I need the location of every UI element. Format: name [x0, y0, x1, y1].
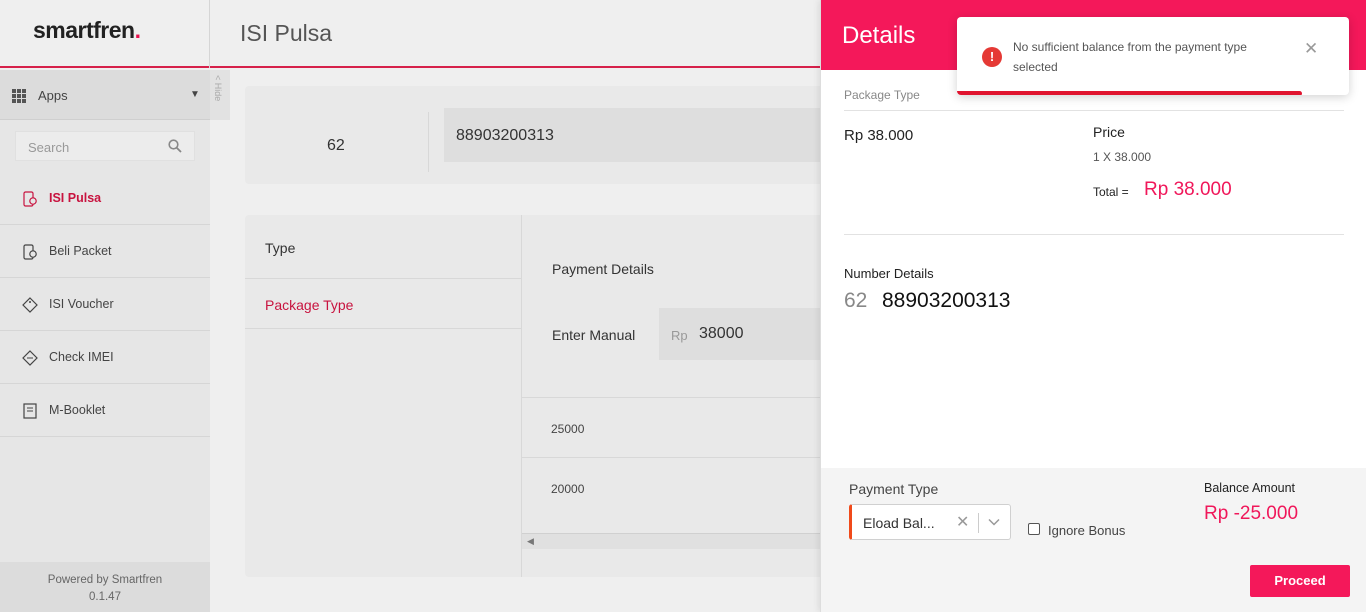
pulsa-icon: [23, 191, 37, 207]
tab-package-type[interactable]: Package Type: [265, 297, 353, 313]
tag-icon: [22, 350, 38, 366]
toast-message: No sufficient balance from the payment t…: [1013, 40, 1247, 74]
sidebar-item-isi-voucher[interactable]: ISI Voucher: [0, 278, 210, 331]
payment-details-heading: Payment Details: [552, 261, 654, 277]
sidebar-item-isi-pulsa[interactable]: ISI Pulsa: [0, 172, 210, 225]
list-item[interactable]: 20000: [522, 457, 845, 517]
toast-progress-bar: [957, 91, 1302, 95]
apps-label: Apps: [38, 88, 68, 103]
total-value: Rp 38.000: [1144, 179, 1232, 200]
manual-amount-value: 38000: [699, 325, 744, 342]
phone-number-value: 88903200313: [456, 127, 554, 144]
price-label: Price: [1093, 124, 1125, 140]
clear-icon[interactable]: ✕: [956, 512, 969, 532]
hide-sidebar-toggle[interactable]: < Hide: [210, 70, 230, 120]
payment-type-label: Payment Type: [849, 481, 939, 497]
booklet-icon: [23, 403, 37, 419]
sidebar-nav: ISI Pulsa Beli Packet ISI Voucher Check …: [0, 172, 210, 437]
search-icon[interactable]: [168, 139, 182, 153]
manual-amount-input[interactable]: Rp 38000: [659, 308, 845, 360]
sidebar-item-label: ISI Pulsa: [49, 191, 102, 205]
powered-by-text: Powered by Smartfren: [47, 574, 163, 586]
total-label: Total =: [1093, 185, 1129, 199]
caret-down-icon: ▼: [190, 89, 200, 100]
hide-label: < Hide: [213, 75, 223, 102]
divider: [978, 513, 979, 533]
number-country-code: 62: [844, 289, 868, 312]
phone-number-input[interactable]: 88903200313: [444, 108, 844, 162]
package-card: Type Package Type Payment Details Enter …: [245, 215, 845, 577]
ignore-bonus-label[interactable]: Ignore Bonus: [1048, 523, 1125, 538]
sidebar-item-check-imei[interactable]: Check IMEI: [0, 331, 210, 384]
balance-amount-value: Rp -25.000: [1204, 503, 1299, 524]
action-bar: Proceed: [821, 548, 1366, 612]
sidebar-item-label: Check IMEI: [49, 350, 114, 364]
list-item[interactable]: 25000: [522, 397, 845, 457]
price-quantity: 1 X 38.000: [1093, 150, 1152, 164]
apps-grid-icon: [12, 89, 26, 103]
ignore-bonus-checkbox[interactable]: [1028, 523, 1040, 535]
currency-prefix: Rp: [671, 328, 688, 343]
sidebar-item-label: M-Booklet: [49, 403, 106, 417]
amount-option: 25000: [551, 422, 585, 436]
search-placeholder: Search: [28, 140, 70, 155]
divider: [245, 278, 522, 279]
scroll-left-icon[interactable]: ◀: [527, 536, 534, 547]
proceed-button[interactable]: Proceed: [1250, 565, 1350, 597]
close-icon[interactable]: ✕: [1304, 39, 1318, 59]
type-column: Type Package Type: [245, 215, 522, 577]
amount-option: 20000: [551, 482, 585, 496]
type-heading: Type: [265, 240, 296, 256]
package-price: Rp 38.000: [844, 127, 914, 144]
payment-type-select[interactable]: Eload Bal... ✕: [849, 504, 1011, 540]
enter-manual-label: Enter Manual: [552, 327, 636, 343]
sidebar: Apps ▼ Search ISI Pulsa Beli Packet ISI …: [0, 70, 210, 612]
payment-area: Payment Type Eload Bal... ✕ Ignore Bonus…: [821, 468, 1366, 548]
balance-amount-label: Balance Amount: [1204, 481, 1296, 495]
package-type-label: Package Type: [844, 88, 920, 102]
page-title: ISI Pulsa: [240, 20, 333, 46]
voucher-icon: [22, 297, 38, 313]
number-details-label: Number Details: [844, 266, 934, 281]
powered-by-footer: Powered by Smartfren 0.1.47: [0, 562, 210, 612]
sidebar-item-label: ISI Voucher: [49, 297, 114, 311]
apps-menu[interactable]: Apps ▼: [0, 70, 210, 120]
sidebar-item-beli-packet[interactable]: Beli Packet: [0, 225, 210, 278]
version-text: 0.1.47: [89, 591, 121, 603]
number-value: 88903200313: [882, 289, 1011, 312]
country-code[interactable]: 62: [327, 137, 345, 155]
sidebar-item-label: Beli Packet: [49, 244, 112, 258]
packet-icon: [23, 244, 37, 260]
divider: [844, 234, 1344, 235]
logo-area: smartfren.: [0, 0, 210, 68]
sidebar-item-m-booklet[interactable]: M-Booklet: [0, 384, 210, 437]
search-input[interactable]: Search: [15, 131, 195, 161]
error-icon: !: [982, 47, 1002, 67]
phone-number-card: 62 88903200313: [245, 86, 845, 184]
horizontal-scrollbar[interactable]: ◀: [522, 533, 845, 549]
divider: [844, 110, 1344, 111]
smartfren-logo[interactable]: smartfren.: [33, 17, 141, 44]
chevron-down-icon[interactable]: [987, 515, 1001, 529]
error-toast: ! No sufficient balance from the payment…: [957, 17, 1349, 95]
payment-type-value: Eload Bal...: [863, 515, 935, 531]
details-title: Details: [842, 22, 916, 49]
divider: [428, 112, 429, 172]
divider: [245, 328, 522, 329]
